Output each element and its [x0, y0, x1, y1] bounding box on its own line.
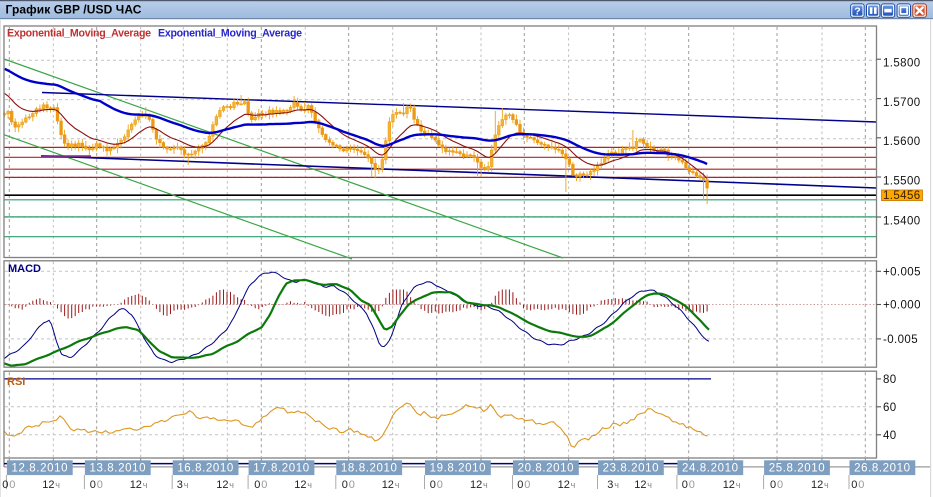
svg-text:ч: ч [647, 480, 652, 490]
svg-text:ч: ч [307, 480, 312, 490]
svg-text:?: ? [854, 6, 860, 18]
svg-text:ч: ч [55, 480, 60, 490]
svg-text:60: 60 [883, 402, 897, 414]
svg-text:1.5456: 1.5456 [883, 190, 921, 202]
svg-text:RSI: RSI [7, 376, 25, 388]
svg-text:24.8.2010: 24.8.2010 [682, 463, 739, 475]
svg-text:3: 3 [607, 479, 613, 491]
svg-text:График GBP /USD ЧАС: График GBP /USD ЧАС [6, 3, 142, 17]
svg-text:17.8.2010: 17.8.2010 [253, 463, 310, 475]
svg-text:25.8.2010: 25.8.2010 [769, 463, 826, 475]
svg-text:0: 0 [851, 479, 857, 491]
svg-text:1.5600: 1.5600 [883, 136, 921, 148]
svg-text:1.5500: 1.5500 [883, 175, 921, 187]
svg-text:ч: ч [483, 480, 488, 490]
svg-text:+0.005: +0.005 [883, 266, 921, 278]
svg-text:MACD: MACD [8, 263, 41, 275]
svg-text:12: 12 [634, 479, 646, 491]
svg-text:0: 0 [770, 479, 776, 491]
svg-text:Exponential_Moving_Average: Exponential_Moving_Average [158, 28, 302, 40]
svg-text:1.5400: 1.5400 [883, 215, 921, 227]
svg-text:40: 40 [883, 430, 897, 442]
svg-text:ч: ч [143, 480, 148, 490]
svg-text:3: 3 [177, 479, 183, 491]
svg-text:12.8.2010: 12.8.2010 [12, 463, 69, 475]
svg-text:-0.005: -0.005 [883, 334, 918, 346]
svg-text:26.8.2010: 26.8.2010 [854, 463, 911, 475]
svg-text:1.5800: 1.5800 [883, 58, 921, 70]
svg-text:ч: ч [824, 480, 829, 490]
svg-text:80: 80 [883, 374, 897, 386]
svg-text:16.8.2010: 16.8.2010 [177, 463, 234, 475]
svg-text:20.8.2010: 20.8.2010 [518, 463, 575, 475]
svg-text:13.8.2010: 13.8.2010 [90, 463, 147, 475]
svg-text:0: 0 [689, 479, 695, 491]
svg-text:0: 0 [90, 479, 96, 491]
svg-text:0: 0 [437, 479, 443, 491]
svg-text:ч: ч [614, 480, 619, 490]
svg-text:ч: ч [395, 480, 400, 490]
svg-text:19.8.2010: 19.8.2010 [430, 463, 487, 475]
svg-text:0: 0 [261, 479, 267, 491]
svg-text:ч: ч [229, 480, 234, 490]
svg-text:18.8.2010: 18.8.2010 [341, 463, 398, 475]
svg-text:0: 0 [349, 479, 355, 491]
svg-text:0: 0 [9, 479, 15, 491]
svg-text:0: 0 [524, 479, 530, 491]
svg-text:0: 0 [777, 479, 783, 491]
svg-text:0: 0 [342, 479, 348, 491]
svg-text:12: 12 [216, 479, 228, 491]
svg-text:Exponential_Moving_Average: Exponential_Moving_Average [7, 28, 151, 40]
svg-text:0: 0 [430, 479, 436, 491]
svg-text:12: 12 [294, 479, 306, 491]
svg-text:0: 0 [97, 479, 103, 491]
svg-text:0: 0 [254, 479, 260, 491]
svg-text:0: 0 [682, 479, 688, 491]
svg-text:0: 0 [2, 479, 8, 491]
svg-text:0: 0 [517, 479, 523, 491]
svg-text:12: 12 [558, 479, 570, 491]
svg-text:12: 12 [42, 479, 54, 491]
svg-text:12: 12 [382, 479, 394, 491]
svg-text:0: 0 [858, 479, 864, 491]
svg-text:12: 12 [130, 479, 142, 491]
svg-text:ч: ч [184, 480, 189, 490]
svg-text:ч: ч [736, 480, 741, 490]
svg-text:12: 12 [723, 479, 735, 491]
svg-text:12: 12 [470, 479, 482, 491]
svg-text:ч: ч [571, 480, 576, 490]
svg-text:1.5700: 1.5700 [883, 97, 921, 109]
svg-text:+0.000: +0.000 [883, 300, 921, 312]
svg-text:12: 12 [811, 479, 823, 491]
svg-text:23.8.2010: 23.8.2010 [603, 463, 660, 475]
